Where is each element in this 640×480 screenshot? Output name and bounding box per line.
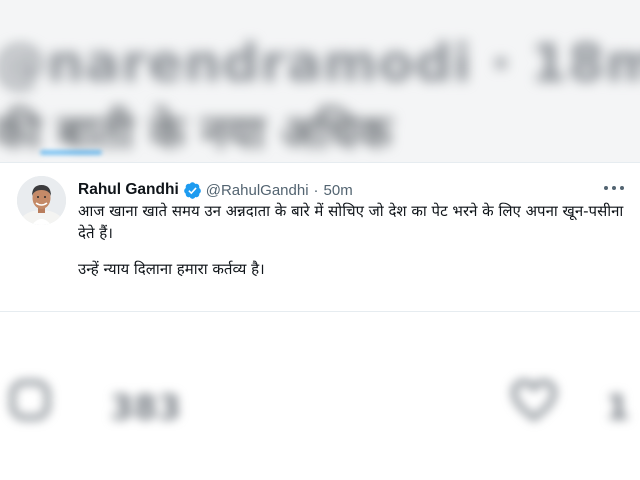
profile-photo <box>17 176 66 225</box>
user-handle[interactable]: @RahulGandhi <box>206 182 309 199</box>
tweet-header: Rahul Gandhi @RahulGandhi · 50m <box>78 179 353 201</box>
separator-dot: · <box>313 181 319 199</box>
blurred-accent-bar <box>40 150 102 155</box>
more-options-icon[interactable] <box>604 183 624 193</box>
tweet-paragraph: आज खाना खाते समय उन अन्नदाता के बारे में… <box>78 202 624 242</box>
tweet-card[interactable]: Rahul Gandhi @RahulGandhi · 50m आज खाना … <box>0 162 640 312</box>
blurred-header-text: @narendramodi · 18m <box>0 34 640 94</box>
blurred-reply-count: 383 <box>110 388 181 428</box>
tweet-screenshot: @narendramodi · 18m की बाती के नया अधिक … <box>0 0 640 480</box>
blurred-previous-tweet: @narendramodi · 18m की बाती के नया अधिक <box>0 0 640 162</box>
tweet-paragraph: उन्हें न्याय दिलाना हमारा कर्तव्य है। <box>78 260 265 278</box>
blurred-heart-icon <box>510 378 558 422</box>
verified-badge-icon <box>183 181 202 200</box>
display-name[interactable]: Rahul Gandhi <box>78 181 179 199</box>
blurred-like-count: 1 <box>606 388 630 428</box>
avatar[interactable] <box>17 176 66 225</box>
blurred-action-bar: 383 1 <box>0 312 640 480</box>
blurred-reply-icon <box>10 380 50 420</box>
timestamp[interactable]: 50m <box>324 182 353 199</box>
tweet-text: आज खाना खाते समय उन अन्नदाता के बारे में… <box>78 201 630 281</box>
